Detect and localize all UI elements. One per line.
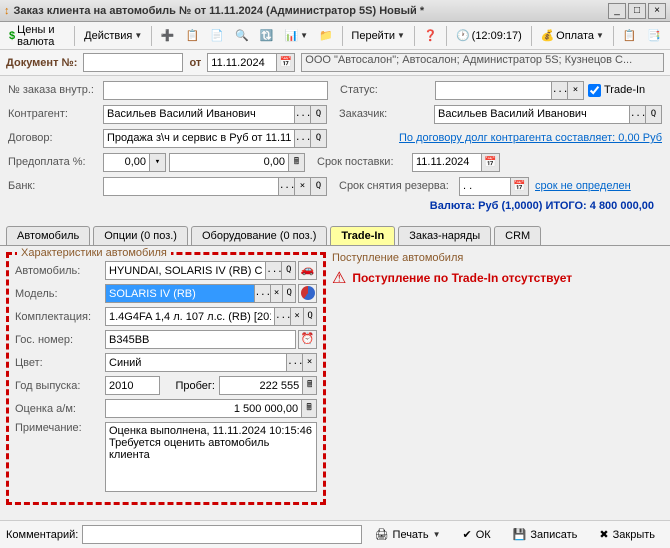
tab-equipment[interactable]: Оборудование (0 поз.): [191, 226, 327, 245]
auto-input[interactable]: ...Q: [105, 261, 296, 280]
close-button[interactable]: ×: [648, 3, 666, 19]
doc-num-input[interactable]: [83, 53, 183, 72]
warning-text: Поступление по Trade-In отсутствует: [352, 271, 572, 285]
int-num-label: № заказа внутр.:: [8, 84, 103, 96]
window-title: Заказ клиента на автомобиль № от 11.11.2…: [14, 5, 607, 17]
totals-line: Валюта: Руб (1,0000) ИТОГО: 4 800 000,00: [8, 200, 662, 214]
doc-date-input[interactable]: 📅: [207, 53, 295, 72]
tb-icon-9[interactable]: 📑: [642, 26, 666, 45]
model-input[interactable]: ...×Q: [105, 284, 296, 303]
doc-num-label: Документ №:: [6, 57, 77, 69]
note-label: Примечание:: [15, 422, 105, 434]
warning-icon: ⚠: [332, 268, 346, 288]
tab-orders[interactable]: Заказ-наряды: [398, 226, 491, 245]
close-footer-button[interactable]: ✖Закрыть: [590, 524, 664, 545]
goto-menu[interactable]: Перейти▼: [346, 27, 410, 45]
mileage-input[interactable]: 🖩: [219, 376, 317, 395]
tb-icon-7[interactable]: 📁: [314, 26, 338, 45]
bank-label: Банк:: [8, 180, 103, 192]
color-label: Цвет:: [15, 357, 105, 369]
tradein-chk-label: Trade-In: [604, 84, 645, 96]
contragent-label: Контрагент:: [8, 108, 103, 120]
car-icon[interactable]: 🚗: [298, 261, 317, 280]
tb-icon-6[interactable]: 📊▼: [279, 26, 313, 45]
clear-icon[interactable]: ×: [567, 82, 583, 99]
debt-link[interactable]: По договору долг контрагента составляет:…: [399, 132, 662, 144]
color-input[interactable]: ...×: [105, 353, 317, 372]
model-label: Модель:: [15, 288, 105, 300]
actions-menu[interactable]: Действия▼: [79, 27, 147, 45]
comment-label: Комментарий:: [6, 529, 78, 541]
prices-currency-button[interactable]: $Цены и валюта: [4, 21, 70, 51]
payment-button[interactable]: 💰Оплата▼: [535, 26, 608, 45]
ok-button[interactable]: ✔ОК: [454, 524, 500, 545]
mileage-label: Пробег:: [160, 380, 215, 392]
save-button[interactable]: 💾Записать: [504, 524, 587, 545]
eval-input[interactable]: 🖩: [105, 399, 317, 418]
gos-input[interactable]: [105, 330, 296, 349]
contragent-input[interactable]: ...Q: [103, 105, 327, 124]
tb-icon-5[interactable]: 🔃: [255, 26, 279, 45]
tradein-checkbox[interactable]: [588, 84, 601, 97]
arrival-title: Поступление автомобиля: [332, 252, 664, 264]
reserve-status-link[interactable]: срок не определен: [535, 180, 631, 192]
contract-input[interactable]: ...Q: [103, 129, 327, 148]
note-textarea[interactable]: Оценка выполнена, 11.11.2024 10:15:46 Тр…: [105, 422, 317, 492]
help-icon[interactable]: ❓: [419, 26, 443, 45]
char-title: Характеристики автомобиля: [17, 247, 171, 259]
tb-icon-3[interactable]: 📄: [205, 26, 229, 45]
maximize-button[interactable]: □: [628, 3, 646, 19]
reserve-label: Срок снятия резерва:: [339, 180, 459, 192]
delivery-date-input[interactable]: 📅: [412, 153, 500, 172]
tab-auto[interactable]: Автомобиль: [6, 226, 90, 245]
ellipsis-icon[interactable]: ...: [551, 82, 567, 99]
prepay-pct-input[interactable]: ▾: [103, 153, 166, 172]
compl-label: Комплектация:: [15, 311, 105, 323]
tab-options[interactable]: Опции (0 поз.): [93, 226, 188, 245]
prepay-label: Предоплата %:: [8, 156, 103, 168]
year-input[interactable]: [105, 376, 160, 395]
gos-label: Гос. номер:: [15, 334, 105, 346]
eval-label: Оценка а/м:: [15, 403, 105, 415]
tb-icon-4[interactable]: 🔍: [230, 26, 254, 45]
tab-tradein[interactable]: Trade-In: [330, 226, 395, 245]
tb-icon-1[interactable]: ➕: [156, 26, 180, 45]
tab-crm[interactable]: CRM: [494, 226, 541, 245]
customer-label: Заказчик:: [339, 108, 434, 120]
delivery-label: Срок поставки:: [317, 156, 412, 168]
int-num-input[interactable]: [103, 81, 328, 100]
tb-icon-8[interactable]: 📋: [618, 26, 642, 45]
year-label: Год выпуска:: [15, 380, 105, 392]
contract-label: Договор:: [8, 132, 103, 144]
comment-input[interactable]: [82, 525, 361, 544]
ot-label: от: [189, 57, 201, 69]
bank-input[interactable]: ...×Q: [103, 177, 327, 196]
compl-input[interactable]: ...×Q: [105, 307, 317, 326]
org-info[interactable]: ООО "Автосалон"; Автосалон; Администрато…: [301, 53, 664, 72]
customer-input[interactable]: ...Q: [434, 105, 662, 124]
calendar-icon[interactable]: 📅: [276, 54, 294, 71]
pie-icon[interactable]: [298, 284, 317, 303]
tb-icon-2[interactable]: 📋: [181, 26, 205, 45]
alarm-icon[interactable]: ⏰: [298, 330, 317, 349]
auto-label: Автомобиль:: [15, 265, 105, 277]
calculator-icon[interactable]: 🖩: [288, 154, 304, 171]
reserve-date-input[interactable]: 📅: [459, 177, 529, 196]
app-icon: ↕: [4, 5, 10, 17]
spinner-icon[interactable]: ▾: [149, 154, 165, 171]
clock-button[interactable]: 🕐(12:09:17): [451, 26, 527, 45]
status-label: Статус:: [340, 84, 435, 96]
print-button[interactable]: 🖨Печать▼: [366, 524, 450, 545]
prepay-sum-input[interactable]: 🖩: [169, 153, 305, 172]
status-input[interactable]: ...×: [435, 81, 584, 100]
minimize-button[interactable]: _: [608, 3, 626, 19]
